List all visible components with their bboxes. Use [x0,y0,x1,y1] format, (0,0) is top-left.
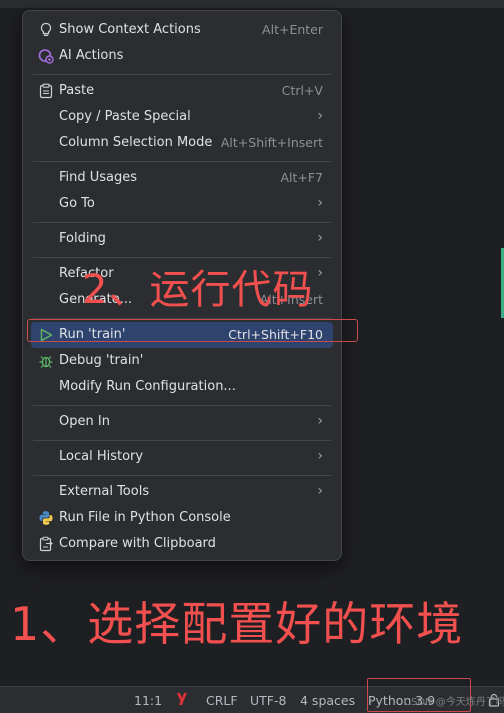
compare-clipboard-icon [39,536,53,552]
menu-item-ai-actions[interactable]: AI Actions [31,43,333,69]
menu-item-modify-run-configuration[interactable]: Modify Run Configuration... [31,374,333,400]
top-strip [0,0,504,8]
menu-item-label: Go To [59,196,95,211]
menu-separator [33,257,331,258]
menu-separator [33,405,331,406]
shortcut-label: Alt+F7 [280,170,323,185]
clipboard-icon [39,83,53,99]
annotation-step-2: 2、运行代码 [82,267,314,313]
annotation-step-1: 1、选择配置好的环境 [10,597,464,651]
menu-item-debug-train[interactable]: Debug 'train' [31,348,333,374]
chevron-right-icon: › [317,265,323,281]
menu-item-label: Show Context Actions [59,22,201,37]
menu-item-label: Debug 'train' [59,353,144,368]
chevron-right-icon: › [317,230,323,246]
encoding-selector[interactable]: UTF-8 [250,693,286,708]
shortcut-label: Alt+Enter [262,22,323,37]
menu-item-label: Compare with Clipboard [59,536,216,551]
menu-item-open-in[interactable]: Open In › [31,409,333,435]
menu-item-label: External Tools [59,484,150,499]
python-icon [39,511,53,525]
watermark: CSDN @今天炼丹了吗 [404,697,504,708]
menu-item-label: Open In [59,414,110,429]
menu-item-label: Paste [59,83,95,98]
menu-separator [33,475,331,476]
menu-item-label: Column Selection Mode [59,135,213,150]
chevron-right-icon: › [317,195,323,211]
indent-selector[interactable]: 4 spaces [300,693,355,708]
shortcut-label: Ctrl+V [281,83,323,98]
chevron-right-icon: › [317,108,323,124]
menu-item-label: Run File in Python Console [59,510,231,525]
shortcut-label: Alt+Shift+Insert [220,135,323,150]
debug-bug-icon [39,356,53,368]
menu-item-label: Local History [59,449,144,464]
menu-item-find-usages[interactable]: Find Usages Alt+F7 [31,165,333,191]
lightbulb-icon [40,22,52,36]
menu-separator [33,222,331,223]
menu-item-label: Copy / Paste Special [59,109,191,124]
annotation-highlight-run [27,319,358,342]
menu-item-show-context-actions[interactable]: Show Context Actions Alt+Enter [31,17,333,43]
menu-item-go-to[interactable]: Go To › [31,191,333,217]
chevron-right-icon: › [317,448,323,464]
menu-item-run-file-in-python-console[interactable]: Run File in Python Console [31,505,333,531]
menu-item-paste[interactable]: Paste Ctrl+V [31,78,333,104]
ai-icon [38,49,54,64]
menu-separator [33,440,331,441]
chevron-right-icon: › [317,483,323,499]
line-ending-selector[interactable]: CRLF [206,693,238,708]
menu-item-local-history[interactable]: Local History › [31,444,333,470]
ai-assistant-icon[interactable] [176,691,188,710]
menu-separator [33,74,331,75]
menu-item-column-selection-mode[interactable]: Column Selection Mode Alt+Shift+Insert [31,130,333,156]
menu-item-label: Find Usages [59,170,138,185]
menu-item-label: Modify Run Configuration... [59,379,236,394]
menu-item-external-tools[interactable]: External Tools › [31,479,333,505]
menu-item-compare-with-clipboard[interactable]: Compare with Clipboard [31,531,333,557]
menu-item-folding[interactable]: Folding › [31,226,333,252]
menu-item-label: AI Actions [59,48,124,63]
menu-item-label: Folding [59,231,106,246]
menu-separator [33,161,331,162]
cursor-position[interactable]: 11:1 [134,693,162,708]
menu-item-copy-paste-special[interactable]: Copy / Paste Special › [31,104,333,130]
chevron-right-icon: › [317,413,323,429]
